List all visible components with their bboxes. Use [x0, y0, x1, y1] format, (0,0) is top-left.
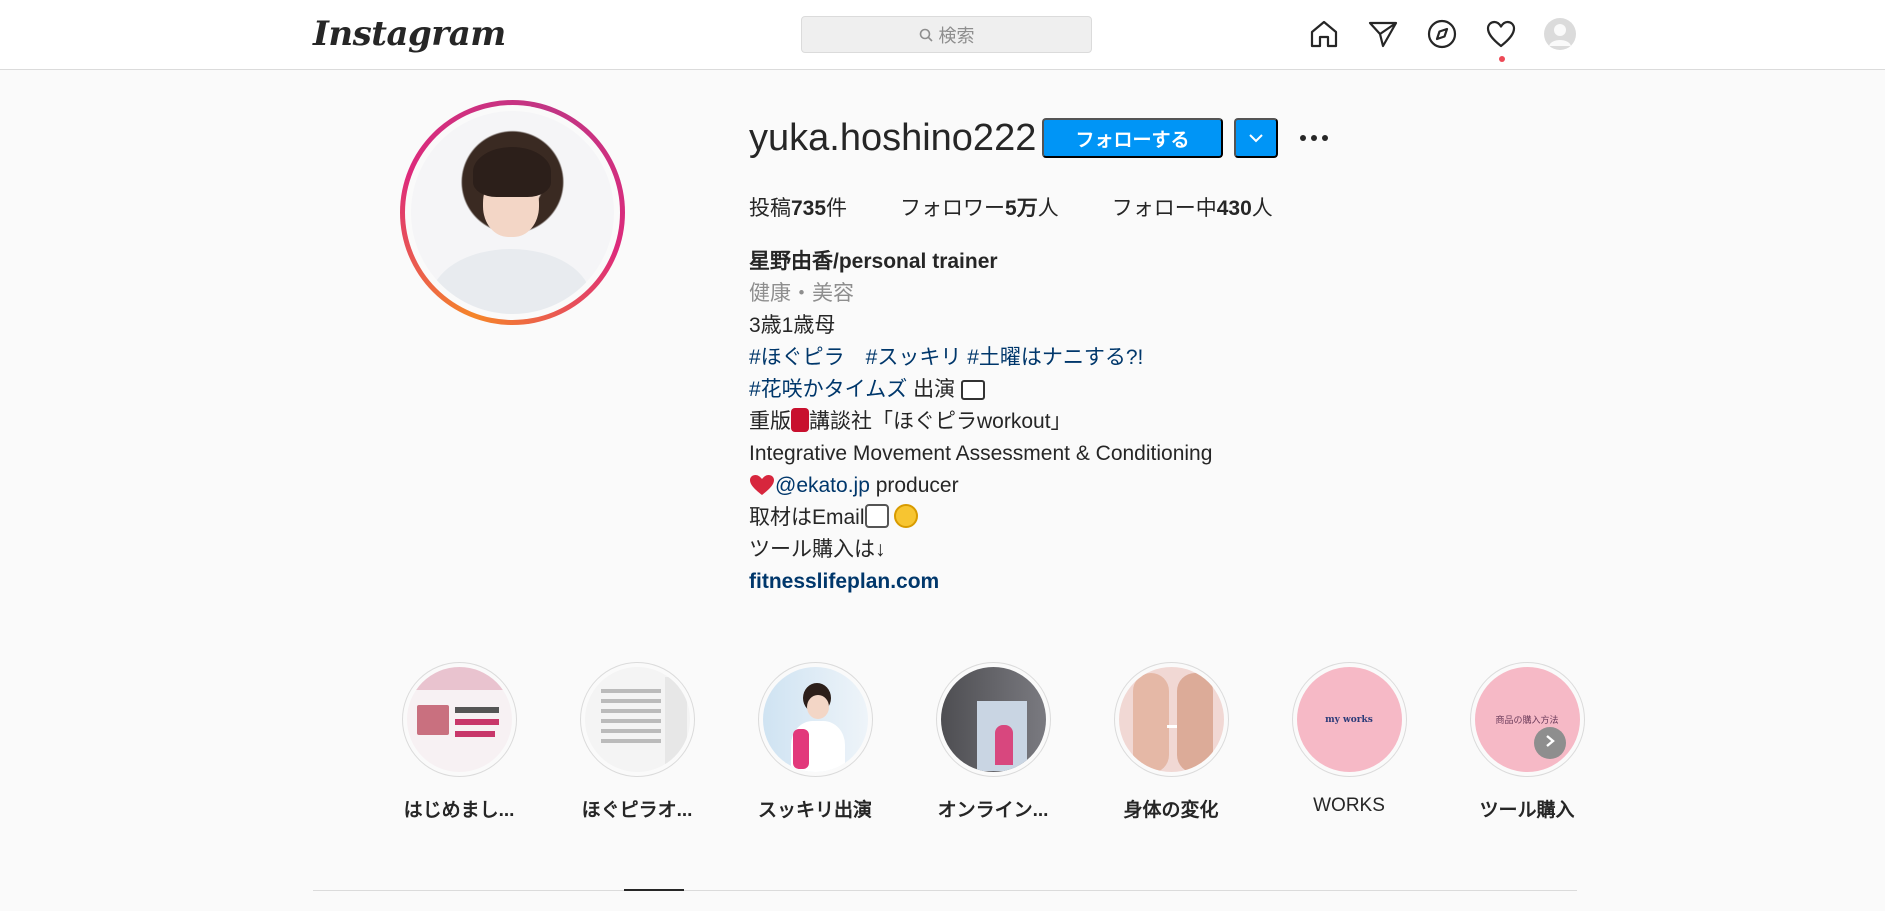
- direct-icon[interactable]: [1365, 16, 1401, 52]
- highlights-next-button[interactable]: [1534, 727, 1566, 759]
- highlight-cover: 商品の購入方法: [1474, 667, 1580, 772]
- highlight-item[interactable]: オンライン...: [904, 662, 1082, 822]
- follow-button[interactable]: フォローする: [1042, 118, 1223, 158]
- smile-emoji-icon: [894, 504, 919, 528]
- search-placeholder: 検索: [938, 25, 975, 46]
- profile-bio: 星野由香/personal trainer 健康・美容 3歳1歳母 #ほぐピラ …: [749, 246, 1212, 598]
- content-tabs-divider: [313, 890, 1577, 891]
- profile-avatar: [411, 111, 614, 314]
- book-icon: [791, 408, 809, 432]
- highlight-item[interactable]: my works WORKS: [1260, 662, 1438, 822]
- profile-username: yuka.hoshino222: [749, 117, 1037, 159]
- heart-emoji-icon: [749, 474, 775, 498]
- highlight-cover: [762, 667, 868, 772]
- followers-count[interactable]: フォロワー5万人: [900, 192, 1059, 222]
- posts-count: 投稿735件: [749, 197, 848, 220]
- highlight-label: はじめまし...: [403, 800, 515, 821]
- inbox-icon: [864, 504, 889, 528]
- ellipsis-icon: [1298, 129, 1330, 147]
- profile-avatar-story-ring[interactable]: [400, 100, 625, 325]
- highlight-cover: [406, 667, 512, 772]
- highlight-label: オンライン...: [937, 800, 1049, 821]
- highlight-label: ツール購入: [1479, 800, 1575, 821]
- highlight-cover: [940, 667, 1046, 772]
- chevron-down-icon: [1248, 131, 1264, 146]
- profile-avatar-icon[interactable]: [1542, 16, 1578, 52]
- nav-icons: [1306, 16, 1601, 62]
- highlight-item[interactable]: 身体の変化: [1082, 662, 1260, 822]
- bio-line: #花咲かタイムズ 出演: [749, 374, 1212, 406]
- top-nav: Instagram 検索: [0, 0, 1885, 70]
- notification-dot: [1499, 56, 1505, 62]
- tv-icon: [960, 380, 985, 400]
- bio-line: Integrative Movement Assessment & Condit…: [749, 442, 1213, 465]
- profile-website-link[interactable]: fitnesslifeplan.com: [749, 570, 939, 593]
- home-icon[interactable]: [1306, 16, 1342, 52]
- highlight-cover: my works: [1296, 667, 1402, 772]
- search-input[interactable]: 検索: [801, 16, 1092, 53]
- highlight-item[interactable]: はじめまし...: [370, 662, 548, 822]
- highlight-cover-text: 商品の購入方法: [1495, 716, 1559, 726]
- highlight-label: WORKS: [1313, 795, 1385, 816]
- highlight-item[interactable]: ほぐピラオ...: [548, 662, 726, 822]
- highlight-cover: [1118, 667, 1224, 772]
- mention-link[interactable]: @ekato.jp: [775, 474, 870, 497]
- bio-line: 重版 講談社「ほぐピラworkout」: [749, 408, 1072, 433]
- story-highlights: はじめまし... ほぐピラオ... スッキリ出演 オンライン... 身体の変化: [370, 662, 1616, 822]
- profile-category: 健康・美容: [749, 282, 854, 305]
- highlight-cover: [584, 667, 690, 772]
- active-tab-indicator: [624, 889, 684, 891]
- more-options-button[interactable]: [1296, 124, 1332, 152]
- bio-line: @ekato.jp producer: [749, 470, 1212, 502]
- profile-stats: 投稿735件 フォロワー5万人 フォロー中430人: [749, 192, 1326, 222]
- highlight-label: スッキリ出演: [757, 800, 872, 821]
- highlight-cover-text: my works: [1325, 714, 1373, 725]
- search-icon: [919, 28, 933, 42]
- profile-full-name: 星野由香/personal trainer: [749, 250, 998, 273]
- suggested-dropdown-button[interactable]: [1234, 118, 1278, 158]
- chevron-right-icon: [1544, 734, 1556, 753]
- hashtag-link[interactable]: #花咲かタイムズ: [749, 378, 907, 401]
- activity-heart-icon[interactable]: [1483, 16, 1519, 62]
- hashtag-link[interactable]: #ほぐピラ #スッキリ #土曜はナニする?!: [749, 346, 1143, 369]
- highlight-item[interactable]: スッキリ出演: [726, 662, 904, 822]
- bio-line: 取材はEmail: [749, 502, 1212, 534]
- instagram-logo[interactable]: Instagram: [313, 14, 506, 54]
- highlight-item[interactable]: 商品の購入方法 ツール購入: [1438, 662, 1616, 822]
- highlight-label: ほぐピラオ...: [581, 800, 693, 821]
- explore-icon[interactable]: [1424, 16, 1460, 52]
- following-count[interactable]: フォロー中430人: [1112, 192, 1273, 222]
- bio-line: ツール購入は↓: [749, 538, 886, 561]
- bio-hashtags: #ほぐピラ #スッキリ #土曜はナニする?!: [749, 342, 1212, 374]
- highlight-label: 身体の変化: [1123, 800, 1219, 821]
- bio-line: 3歳1歳母: [749, 314, 836, 337]
